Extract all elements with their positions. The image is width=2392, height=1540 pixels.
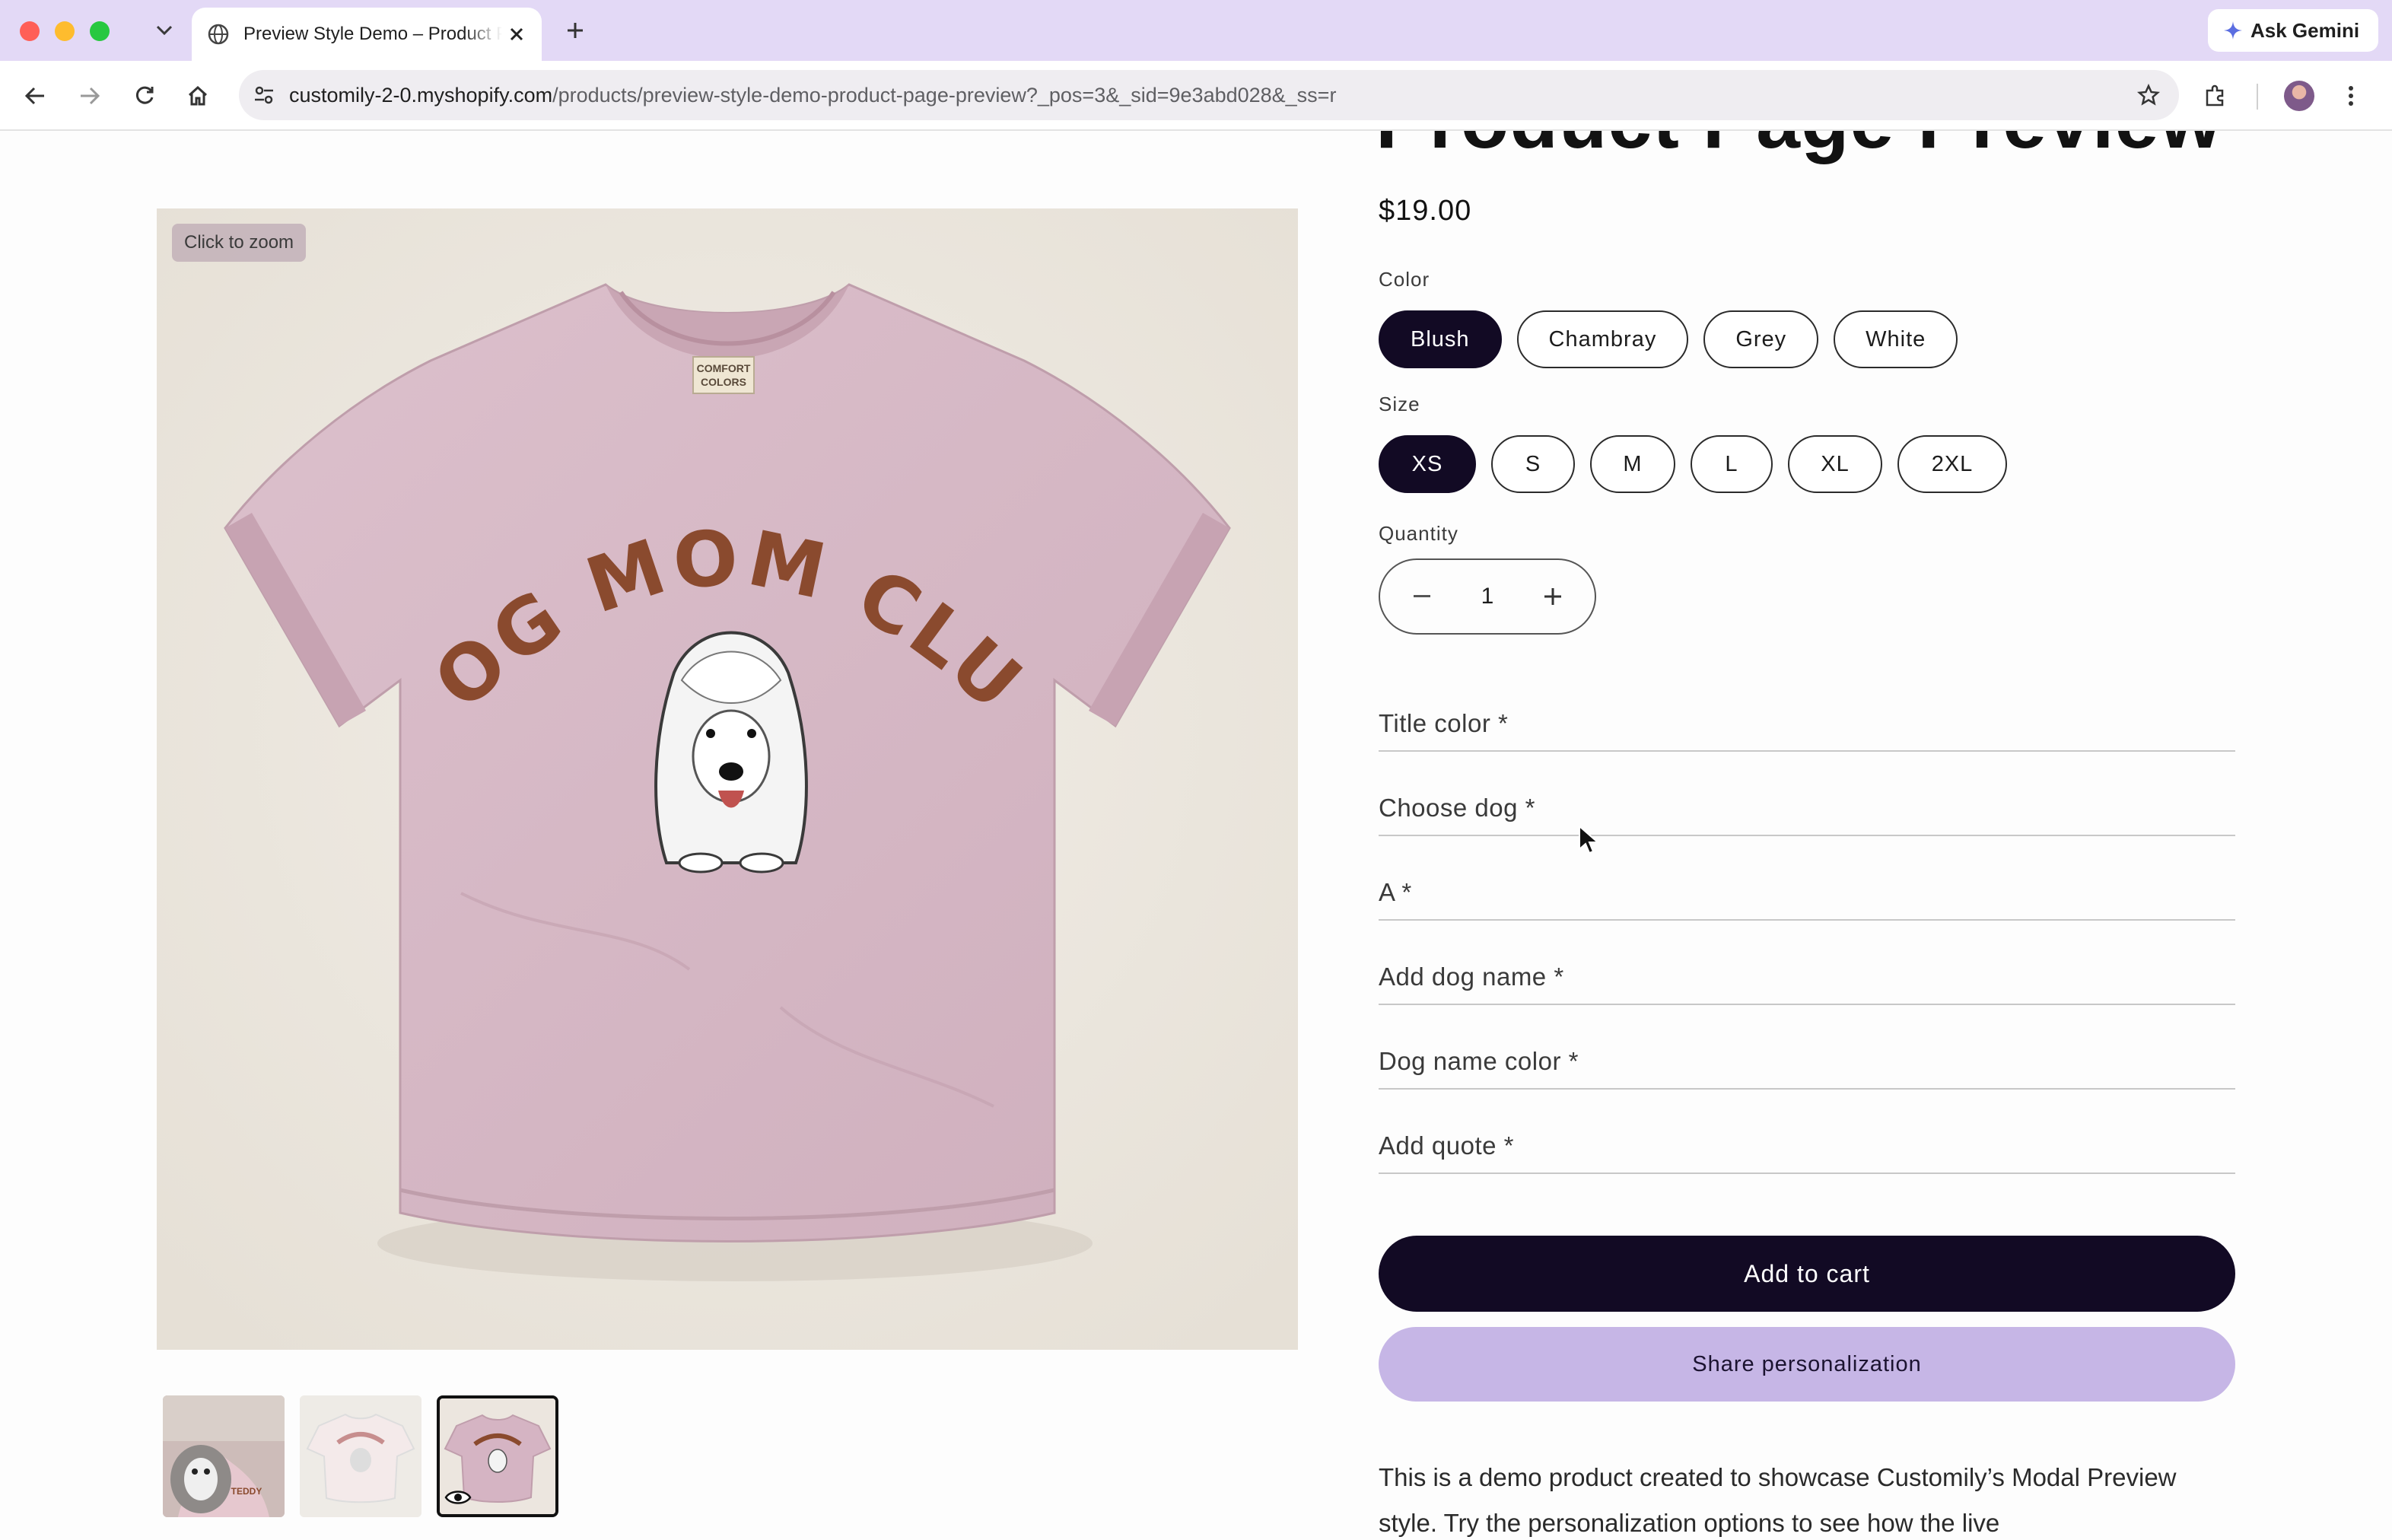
size-option-xl[interactable]: XL: [1788, 435, 1882, 493]
title-color-label: Title color *: [1379, 709, 1509, 737]
more-vertical-icon: [2349, 86, 2353, 106]
choose-dog-field[interactable]: Choose dog *: [1379, 752, 2235, 836]
minus-icon: [1414, 595, 1430, 597]
browser-menu-button[interactable]: [2333, 78, 2369, 114]
thumbnail-print-text: TEDDY: [231, 1486, 262, 1497]
add-quote-label: Add quote *: [1379, 1131, 1514, 1160]
color-option-grey[interactable]: Grey: [1703, 310, 1819, 368]
puzzle-icon: [2206, 84, 2224, 107]
add-to-cart-button[interactable]: Add to cart: [1379, 1236, 2235, 1312]
globe-icon: [207, 23, 230, 46]
chevron-down-icon: [156, 25, 173, 36]
browser-tab-strip: Preview Style Demo – Product Page Previe…: [0, 0, 2392, 61]
dog-name-field[interactable]: Add dog name *: [1379, 921, 2235, 1005]
tshirt-image: COMFORT COLORS DOG MOM CLUB: [157, 208, 1298, 1350]
neck-tag-brand: COMFORT: [697, 362, 751, 374]
toolbar-divider: [2257, 84, 2258, 110]
color-label: Color: [1379, 268, 1430, 291]
close-tab-icon[interactable]: [505, 23, 528, 46]
a-field-label: A *: [1379, 878, 1412, 906]
bookmark-star-icon[interactable]: [2133, 80, 2164, 110]
title-color-field[interactable]: Title color *: [1379, 668, 2235, 752]
active-tab[interactable]: Preview Style Demo – Product Page Previe…: [192, 8, 542, 61]
browser-toolbar: customily-2-0.myshopify.com/products/pre…: [0, 61, 2392, 131]
quantity-increase-button[interactable]: [1534, 578, 1572, 616]
click-to-zoom-label[interactable]: Click to zoom: [172, 224, 307, 262]
arrow-right-icon: [81, 87, 100, 105]
thumbnail-3-selected[interactable]: [437, 1395, 558, 1517]
url-host: customily-2-0.myshopify.com: [289, 83, 553, 107]
dog-name-color-label: Dog name color *: [1379, 1047, 1579, 1075]
reload-button[interactable]: [126, 78, 163, 114]
size-options: XS S M L XL 2XL: [1379, 435, 2007, 493]
minimize-window-button[interactable]: [55, 21, 75, 41]
thumbnail-image-white-shirt: [300, 1395, 421, 1517]
tab-search-button[interactable]: [149, 15, 180, 46]
color-option-white[interactable]: White: [1834, 310, 1958, 368]
add-quote-field[interactable]: Add quote *: [1379, 1090, 2235, 1174]
thumbnail-1[interactable]: TEDDY: [163, 1395, 285, 1517]
dog-name-label: Add dog name *: [1379, 963, 1564, 991]
share-personalization-button[interactable]: Share personalization: [1379, 1327, 2235, 1402]
product-main-image[interactable]: COMFORT COLORS DOG MOM CLUB Click to zoo…: [157, 208, 1298, 1350]
url-text: customily-2-0.myshopify.com/products/pre…: [289, 84, 1336, 107]
address-bar[interactable]: customily-2-0.myshopify.com/products/pre…: [239, 70, 2179, 120]
dog-illustration: [654, 631, 808, 873]
home-icon: [188, 85, 208, 106]
tab-title: Preview Style Demo – Product Page Previe…: [243, 24, 502, 44]
size-option-xs[interactable]: XS: [1379, 435, 1476, 493]
size-option-s[interactable]: S: [1491, 435, 1575, 493]
size-option-l[interactable]: L: [1691, 435, 1773, 493]
color-options: Blush Chambray Grey White: [1379, 310, 1958, 368]
plus-icon: [568, 23, 583, 38]
arrow-left-icon: [24, 87, 44, 105]
quantity-label: Quantity: [1379, 522, 1458, 545]
quantity-decrease-button[interactable]: [1403, 578, 1441, 616]
back-button[interactable]: [17, 78, 53, 114]
home-button[interactable]: [180, 78, 216, 114]
quantity-value[interactable]: 1: [1481, 584, 1494, 609]
site-settings-icon[interactable]: [239, 70, 289, 120]
choose-dog-label: Choose dog *: [1379, 794, 1535, 822]
page-content: Product Page Preview: [0, 131, 2392, 1540]
extensions-button[interactable]: [2197, 78, 2234, 114]
gemini-sparkle-icon: [2223, 21, 2243, 40]
thumbnail-image-dog-owner: TEDDY: [163, 1395, 285, 1517]
quantity-stepper: 1: [1379, 558, 1596, 635]
product-price: $19.00: [1379, 195, 1472, 227]
ask-gemini-label: Ask Gemini: [2250, 18, 2360, 42]
thumbnail-2[interactable]: [300, 1395, 421, 1517]
color-option-chambray[interactable]: Chambray: [1516, 310, 1689, 368]
maximize-window-button[interactable]: [90, 21, 110, 41]
new-tab-button[interactable]: [560, 15, 590, 46]
size-label: Size: [1379, 393, 1420, 415]
forward-button[interactable]: [72, 78, 108, 114]
url-path: /products/preview-style-demo-product-pag…: [552, 83, 1337, 107]
mouse-cursor-icon: [1579, 825, 1600, 854]
profile-avatar[interactable]: [2284, 81, 2314, 111]
ask-gemini-button[interactable]: Ask Gemini: [2208, 9, 2378, 52]
plus-icon: [1544, 588, 1561, 605]
product-title: Product Page Preview: [1376, 131, 2222, 167]
close-window-button[interactable]: [20, 21, 40, 41]
product-description: This is a demo product created to showca…: [1379, 1463, 2177, 1537]
size-option-m[interactable]: M: [1590, 435, 1675, 493]
neck-tag-brand-2: COLORS: [701, 376, 746, 388]
color-option-blush[interactable]: Blush: [1379, 310, 1502, 368]
a-field[interactable]: A *: [1379, 837, 2235, 921]
dog-name-color-field[interactable]: Dog name color *: [1379, 1006, 2235, 1090]
reload-icon: [135, 86, 154, 104]
eye-icon: [444, 1488, 472, 1511]
size-option-2xl[interactable]: 2XL: [1897, 435, 2007, 493]
